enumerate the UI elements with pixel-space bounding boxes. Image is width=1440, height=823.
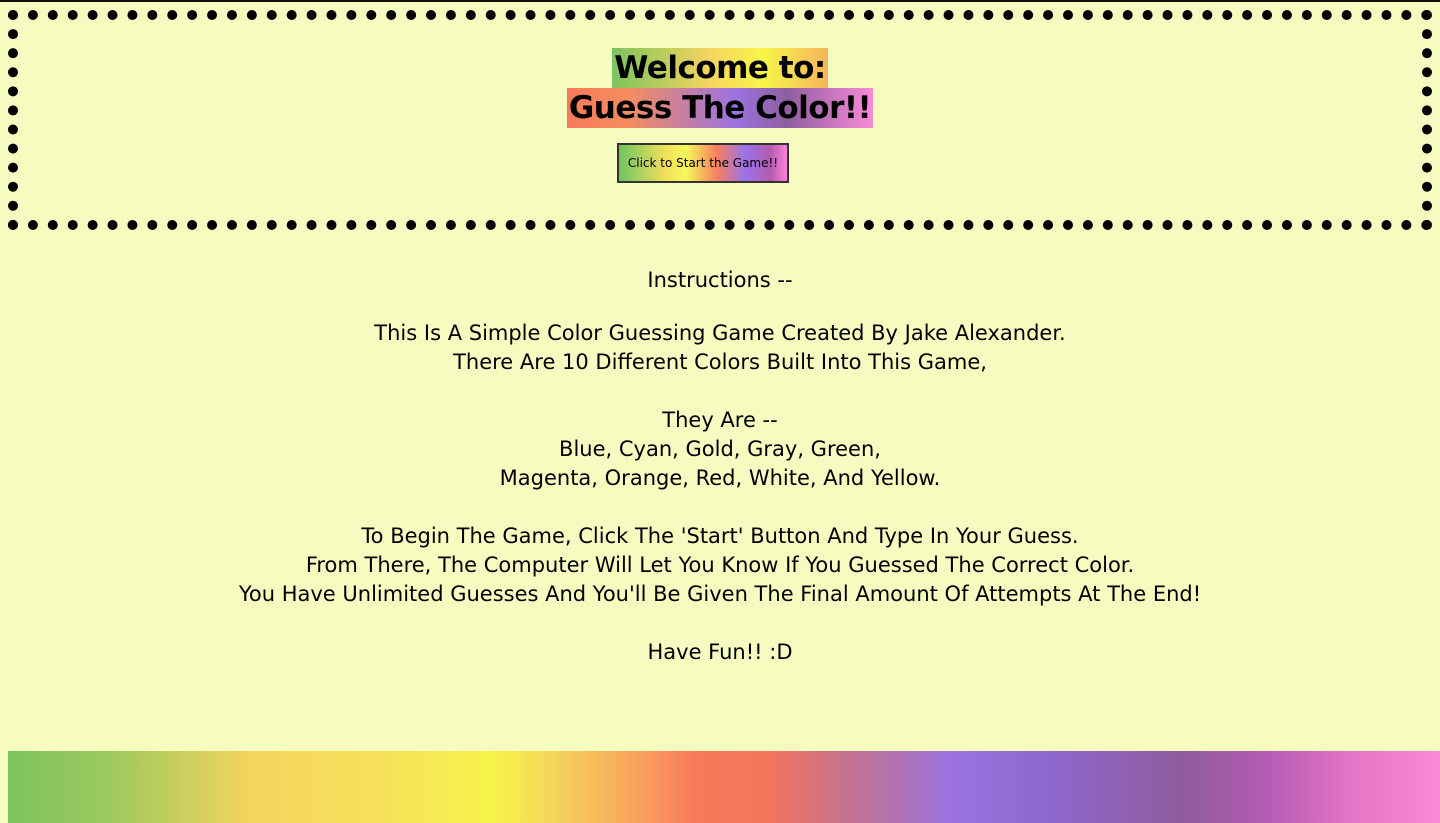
intro-line-1: This Is A Simple Color Guessing Game Cre… <box>374 321 1066 345</box>
game-title: Guess The Color!! <box>566 88 874 128</box>
colors-heading: They Are -- <box>662 408 778 432</box>
instructions-section: Instructions -- This Is A Simple Color G… <box>0 266 1440 667</box>
title-block: Welcome to: Guess The Color!! <box>18 48 1422 128</box>
top-divider <box>0 0 1440 2</box>
howto-line-1: To Begin The Game, Click The 'Start' But… <box>361 524 1079 548</box>
welcome-text: Welcome to: <box>612 48 828 88</box>
header-dotted-box: Welcome to: Guess The Color!! Click to S… <box>8 10 1432 230</box>
instructions-heading: Instructions -- <box>647 268 793 292</box>
closing-text: Have Fun!! :D <box>647 640 793 664</box>
howto-line-2: From There, The Computer Will Let You Kn… <box>305 553 1135 577</box>
start-game-button[interactable]: Click to Start the Game!! <box>617 143 789 183</box>
rainbow-footer-bar <box>8 751 1440 823</box>
colors-line-2: Magenta, Orange, Red, White, And Yellow. <box>499 466 941 490</box>
colors-line-1: Blue, Cyan, Gold, Gray, Green, <box>559 437 881 461</box>
intro-line-2: There Are 10 Different Colors Built Into… <box>453 350 987 374</box>
howto-line-3: You Have Unlimited Guesses And You'll Be… <box>238 582 1202 606</box>
